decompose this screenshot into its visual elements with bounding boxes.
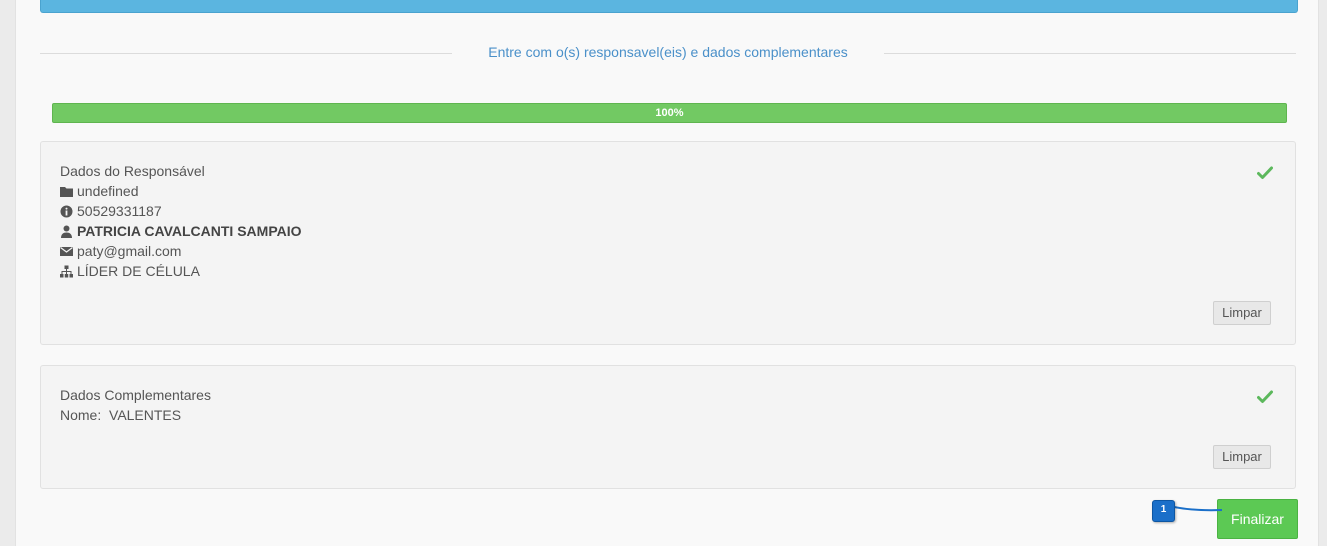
top-info-bar	[40, 0, 1298, 13]
section-title: Entre com o(s) responsavel(eis) e dados …	[488, 44, 848, 60]
responsavel-folder: undefined	[77, 183, 139, 199]
finalizar-button[interactable]: Finalizar	[1217, 499, 1298, 539]
responsavel-clear-button[interactable]: Limpar	[1213, 301, 1271, 325]
complementares-nome: Nome: VALENTES	[60, 407, 182, 423]
complementares-card: Dados Complementares Nome: VALENTES Limp…	[40, 365, 1296, 489]
annotation-pointer-line	[1174, 506, 1223, 512]
check-icon	[1257, 390, 1273, 403]
sitemap-icon	[60, 265, 73, 277]
responsavel-name: PATRICIA CAVALCANTI SAMPAIO	[77, 223, 302, 239]
responsavel-email: paty@gmail.com	[77, 243, 182, 259]
responsavel-email-row: paty@gmail.com	[60, 242, 181, 260]
user-icon	[61, 225, 72, 238]
envelope-icon	[60, 246, 73, 256]
folder-icon	[60, 186, 73, 197]
responsavel-cpf-row: 50529331187	[60, 202, 162, 220]
responsavel-name-row: PATRICIA CAVALCANTI SAMPAIO	[60, 222, 302, 240]
responsavel-card: Dados do Responsável undefined 505293311…	[40, 141, 1296, 345]
complementares-heading: Dados Complementares	[60, 387, 211, 403]
step-badge: 1	[1152, 500, 1175, 522]
responsavel-heading: Dados do Responsável	[60, 163, 205, 179]
complementares-clear-button[interactable]: Limpar	[1213, 445, 1271, 469]
responsavel-folder-row: undefined	[60, 182, 139, 200]
section-divider: Entre com o(s) responsavel(eis) e dados …	[40, 43, 1296, 63]
progress-bar: 100%	[52, 103, 1287, 123]
check-icon	[1257, 166, 1273, 179]
responsavel-role: LÍDER DE CÉLULA	[77, 263, 200, 279]
responsavel-role-row: LÍDER DE CÉLULA	[60, 262, 200, 280]
divider-line-right	[884, 53, 1296, 54]
info-circle-icon	[60, 205, 73, 217]
progress-label: 100%	[655, 107, 684, 119]
responsavel-cpf: 50529331187	[77, 203, 162, 219]
